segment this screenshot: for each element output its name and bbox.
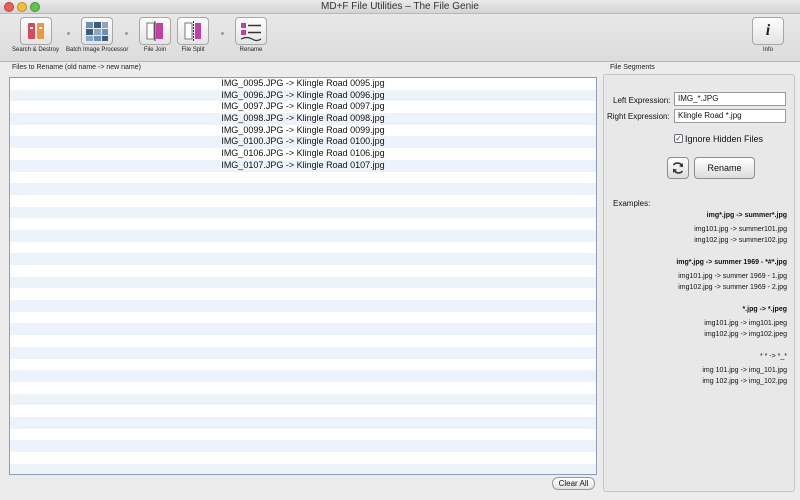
example-line: img 101.jpg -> img_101.jpg (702, 367, 787, 374)
example-heading: img*.jpg -> summer 1969 - *#*.jpg (676, 259, 787, 266)
list-item[interactable]: IMG_0100.JPG -> Klingle Road 0100.jpg (10, 136, 596, 149)
search-destroy-label: Search & Destroy (12, 47, 60, 53)
example-line: img102.jpg -> summer 1969 - 2.jpg (678, 284, 787, 291)
empty-list-row (10, 346, 596, 359)
search-destroy-button[interactable]: Search & Destroy (12, 17, 59, 53)
rename-toolbar-button[interactable]: Rename (235, 17, 267, 53)
empty-list-row (10, 218, 596, 230)
info-icon: i (752, 17, 784, 45)
left-expression-label: Left Expression: (613, 96, 671, 105)
file-join-icon (139, 17, 171, 45)
list-item[interactable]: IMG_0099.JPG -> Klingle Road 0099.jpg (10, 125, 596, 137)
window-title: MD+F File Utilities – The File Genie (321, 1, 479, 12)
empty-list-row (10, 183, 596, 195)
empty-list-row (10, 335, 596, 347)
toolbar: Search & Destroy Batch Image Processor F… (0, 14, 800, 62)
refresh-icon (672, 162, 684, 174)
file-join-button[interactable]: File Join (139, 17, 171, 53)
rename-icon (235, 17, 267, 45)
list-item[interactable]: IMG_0097.JPG -> Klingle Road 0097.jpg (10, 101, 596, 113)
example-line: img101.jpg -> summer 1969 - 1.jpg (678, 273, 787, 280)
batch-image-processor-button[interactable]: Batch Image Processor (66, 17, 128, 53)
list-item[interactable]: IMG_0106.JPG -> Klingle Road 0106.jpg (10, 148, 596, 160)
files-panel-label: Files to Rename (old name -> new name) (12, 64, 141, 71)
examples-label: Examples: (613, 199, 651, 208)
empty-list-row (10, 172, 596, 184)
batch-image-processor-label: Batch Image Processor (66, 47, 129, 53)
file-split-button[interactable]: File Split (177, 17, 209, 53)
file-split-label: File Split (181, 47, 205, 53)
empty-list-row (10, 405, 596, 417)
rename-button[interactable]: Rename (694, 157, 755, 179)
empty-list-row (10, 440, 596, 452)
empty-list-row (10, 463, 596, 474)
empty-list-row (10, 300, 596, 312)
files-list-rows: IMG_0095.JPG -> Klingle Road 0095.jpg IM… (10, 78, 596, 474)
list-item[interactable]: IMG_0107.JPG -> Klingle Road 0107.jpg (10, 159, 596, 172)
clear-all-button[interactable]: Clear All (552, 477, 595, 490)
batch-image-icon (81, 17, 114, 45)
example-line: img 102.jpg -> img_102.jpg (702, 378, 787, 385)
empty-list-row (10, 312, 596, 324)
empty-list-row (10, 229, 596, 242)
toolbar-separator (221, 32, 224, 35)
toolbar-separator (125, 32, 128, 35)
empty-list-row (10, 265, 596, 277)
close-window-button[interactable] (4, 2, 14, 12)
title-bar: MD+F File Utilities – The File Genie (0, 0, 800, 14)
segments-panel-label: File Segments (610, 64, 655, 71)
refresh-button[interactable] (667, 157, 689, 179)
empty-list-row (10, 253, 596, 265)
window-controls (4, 2, 40, 12)
left-expression-field[interactable]: IMG_*.JPG (674, 92, 786, 106)
empty-list-row (10, 393, 596, 406)
empty-list-row (10, 276, 596, 289)
empty-list-row (10, 452, 596, 464)
info-label: Info (762, 47, 773, 53)
list-item[interactable]: IMG_0095.JPG -> Klingle Road 0095.jpg (10, 78, 596, 90)
example-heading: * * -> *_* (759, 353, 787, 360)
example-line: img101.jpg -> img101.jpeg (704, 320, 787, 327)
info-button[interactable]: i Info (752, 17, 784, 53)
example-heading: *.jpg -> *.jpeg (742, 306, 787, 313)
list-item[interactable]: IMG_0098.JPG -> Klingle Road 0098.jpg (10, 113, 596, 125)
empty-list-row (10, 195, 596, 207)
empty-list-row (10, 370, 596, 382)
example-heading: img*.jpg -> summer*.jpg (706, 212, 787, 219)
zoom-window-button[interactable] (30, 2, 40, 12)
example-line: img102.jpg -> summer102.jpg (694, 237, 787, 244)
empty-list-row (10, 288, 596, 300)
file-split-icon (177, 17, 209, 45)
empty-list-row (10, 242, 596, 254)
right-expression-label: Right Expression: (607, 112, 670, 121)
checkmark-icon: ✓ (675, 134, 682, 143)
minimize-window-button[interactable] (17, 2, 27, 12)
file-join-label: File Join (143, 47, 167, 53)
empty-list-row (10, 382, 596, 394)
empty-list-row (10, 359, 596, 371)
empty-list-row (10, 206, 596, 219)
right-expression-field[interactable]: Klingle Road *.jpg (674, 109, 786, 123)
ignore-hidden-checkbox[interactable]: ✓ (674, 134, 683, 143)
search-destroy-icon (19, 17, 52, 45)
empty-list-row (10, 429, 596, 441)
rename-toolbar-label: Rename (239, 47, 263, 53)
files-list[interactable]: IMG_0095.JPG -> Klingle Road 0095.jpg IM… (9, 77, 597, 475)
example-line: img102.jpg -> img102.jpeg (704, 331, 787, 338)
empty-list-row (10, 416, 596, 429)
empty-list-row (10, 323, 596, 336)
ignore-hidden-label: Ignore Hidden Files (685, 134, 764, 144)
list-item[interactable]: IMG_0096.JPG -> Klingle Road 0096.jpg (10, 89, 596, 102)
example-line: img101.jpg -> summer101.jpg (694, 226, 787, 233)
